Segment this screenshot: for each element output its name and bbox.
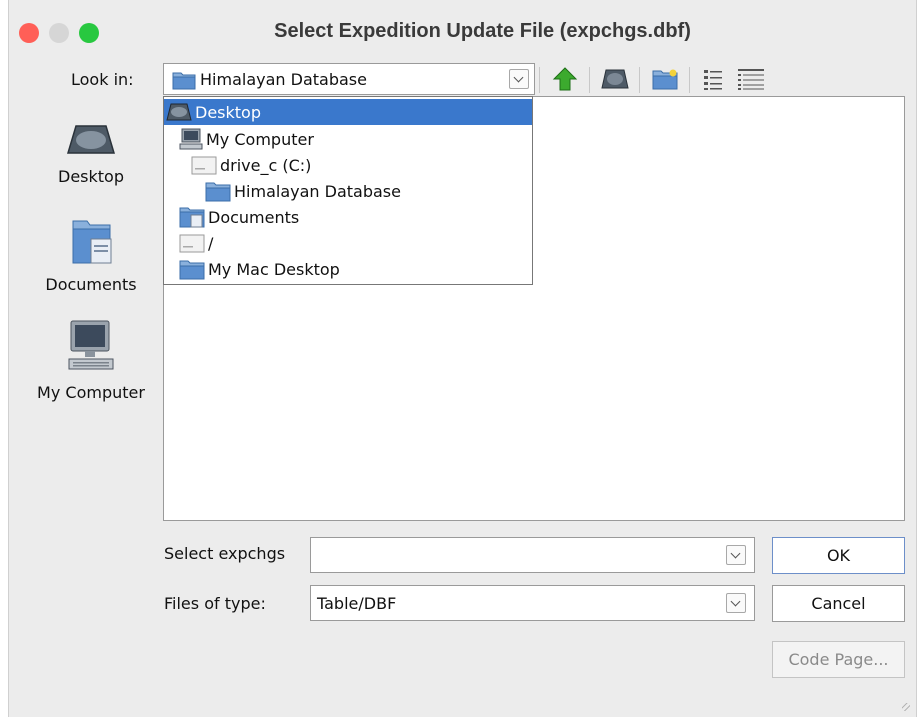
dropdown-item-himalayan-database[interactable]: Himalayan Database bbox=[164, 178, 532, 204]
dropdown-item-label: Desktop bbox=[195, 102, 261, 122]
documents-icon bbox=[179, 207, 205, 228]
window-controls bbox=[19, 23, 99, 43]
create-folder-button[interactable] bbox=[645, 63, 685, 95]
dropdown-item-label: / bbox=[208, 233, 214, 253]
code-page-button[interactable]: Code Page... bbox=[772, 641, 905, 678]
dropdown-item-label: drive_c (C:) bbox=[220, 155, 312, 175]
toolbar-separator bbox=[639, 67, 640, 93]
drive-icon bbox=[179, 234, 205, 253]
desktop-icon bbox=[166, 103, 192, 121]
list-view-icon bbox=[704, 70, 722, 90]
ok-button[interactable]: OK bbox=[772, 537, 905, 574]
minimize-window-button[interactable] bbox=[49, 23, 69, 43]
new-folder-icon bbox=[652, 69, 678, 90]
places-desktop[interactable]: Desktop bbox=[21, 123, 161, 186]
dropdown-item-label: Documents bbox=[208, 207, 300, 227]
places-documents[interactable]: Documents bbox=[21, 219, 161, 294]
places-my-computer[interactable]: My Computer bbox=[21, 319, 161, 402]
places-my-computer-label: My Computer bbox=[37, 383, 145, 402]
cancel-button[interactable]: Cancel bbox=[772, 585, 905, 622]
dialog-title: Select Expedition Update File (expchgs.d… bbox=[274, 19, 691, 42]
resize-grip[interactable] bbox=[902, 703, 910, 711]
files-of-type-value: Table/DBF bbox=[317, 594, 397, 613]
zoom-window-button[interactable] bbox=[79, 23, 99, 43]
documents-icon bbox=[72, 220, 112, 264]
details-view-button[interactable] bbox=[731, 63, 771, 95]
toolbar-separator bbox=[589, 67, 590, 93]
dropdown-item-root[interactable]: / bbox=[164, 230, 532, 256]
desktop-icon bbox=[66, 125, 116, 154]
dropdown-item-label: Himalayan Database bbox=[234, 181, 401, 201]
look-in-dropdown-button[interactable] bbox=[509, 69, 529, 89]
dropdown-item-label: My Mac Desktop bbox=[208, 259, 340, 279]
select-file-label: Select expchgs bbox=[164, 544, 286, 563]
files-of-type-dropdown-button[interactable] bbox=[726, 593, 746, 613]
file-dialog-window: Select Expedition Update File (expchgs.d… bbox=[8, 0, 917, 717]
details-view-icon bbox=[738, 69, 764, 90]
drive-icon bbox=[191, 156, 217, 175]
files-of-type-combobox[interactable]: Table/DBF bbox=[310, 585, 755, 621]
desktop-button[interactable] bbox=[595, 63, 635, 95]
file-name-dropdown-button[interactable] bbox=[726, 545, 746, 565]
places-documents-label: Documents bbox=[45, 275, 137, 294]
look-in-dropdown-list[interactable]: Desktop My Computer drive_c (C:) Himalay… bbox=[163, 96, 533, 285]
close-window-button[interactable] bbox=[19, 23, 39, 43]
look-in-combobox[interactable]: Himalayan Database bbox=[163, 63, 535, 95]
title-bar: Select Expedition Update File (expchgs.d… bbox=[9, 0, 916, 60]
folder-icon bbox=[205, 182, 231, 202]
dropdown-item-label: My Computer bbox=[206, 129, 314, 149]
up-folder-icon bbox=[552, 67, 578, 91]
computer-icon bbox=[179, 128, 203, 150]
look-in-value: Himalayan Database bbox=[200, 70, 367, 89]
computer-icon bbox=[68, 320, 114, 370]
places-desktop-label: Desktop bbox=[58, 167, 124, 186]
dropdown-item-my-mac-desktop[interactable]: My Mac Desktop bbox=[164, 256, 532, 282]
toolbar-separator bbox=[539, 67, 540, 93]
up-one-level-button[interactable] bbox=[545, 63, 585, 95]
dropdown-item-documents[interactable]: Documents bbox=[164, 204, 532, 230]
look-in-label: Look in: bbox=[71, 70, 134, 89]
toolbar-separator bbox=[689, 67, 690, 93]
files-of-type-label: Files of type: bbox=[164, 594, 266, 613]
folder-icon bbox=[179, 260, 205, 280]
file-name-combobox[interactable] bbox=[310, 537, 755, 573]
dropdown-item-my-computer[interactable]: My Computer bbox=[164, 126, 532, 152]
desktop-icon bbox=[601, 69, 629, 89]
list-view-button[interactable] bbox=[695, 63, 731, 95]
dropdown-item-desktop[interactable]: Desktop bbox=[164, 99, 532, 125]
folder-icon bbox=[172, 72, 196, 90]
dropdown-item-drive-c[interactable]: drive_c (C:) bbox=[164, 152, 532, 178]
